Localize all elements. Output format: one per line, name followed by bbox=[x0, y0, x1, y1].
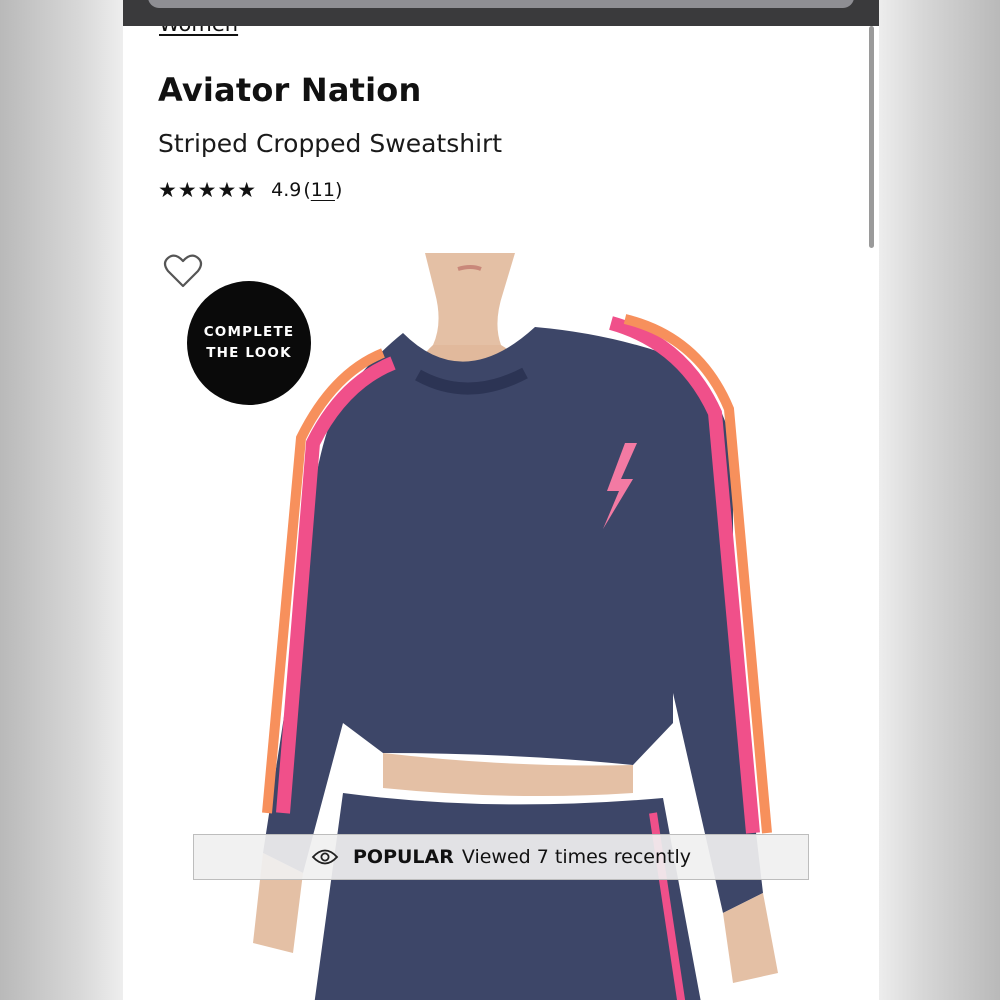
complete-the-look-line1: COMPLETE bbox=[203, 324, 295, 340]
popular-label: POPULAR bbox=[353, 846, 454, 868]
address-bar[interactable] bbox=[148, 0, 854, 8]
product-page: Women Aviator Nation Striped Cropped Swe… bbox=[123, 26, 879, 1000]
product-image[interactable]: COMPLETE THE LOOK bbox=[163, 253, 843, 1000]
heart-icon[interactable] bbox=[163, 253, 203, 289]
popular-banner: POPULAR Viewed 7 times recently bbox=[193, 834, 809, 880]
star-rating-icon: ★★★★★ bbox=[158, 178, 258, 202]
breadcrumb-women[interactable]: Women bbox=[159, 26, 238, 36]
complete-the-look-line2: THE LOOK bbox=[206, 345, 292, 361]
review-count-link[interactable]: 11 bbox=[311, 179, 335, 201]
brand-name[interactable]: Aviator Nation bbox=[158, 71, 421, 109]
complete-the-look-button[interactable]: COMPLETE THE LOOK bbox=[187, 281, 311, 405]
rating-value: 4.9 bbox=[271, 179, 302, 201]
rating-row: ★★★★★ 4.9 (11) bbox=[158, 178, 342, 202]
scrollbar[interactable] bbox=[869, 26, 874, 248]
popular-views-text: Viewed 7 times recently bbox=[461, 846, 691, 868]
product-title: Striped Cropped Sweatshirt bbox=[158, 129, 503, 158]
eye-icon bbox=[311, 849, 339, 865]
browser-top-bar bbox=[123, 0, 879, 26]
review-open-paren: ( bbox=[303, 179, 311, 201]
review-close-paren: ) bbox=[334, 179, 343, 201]
